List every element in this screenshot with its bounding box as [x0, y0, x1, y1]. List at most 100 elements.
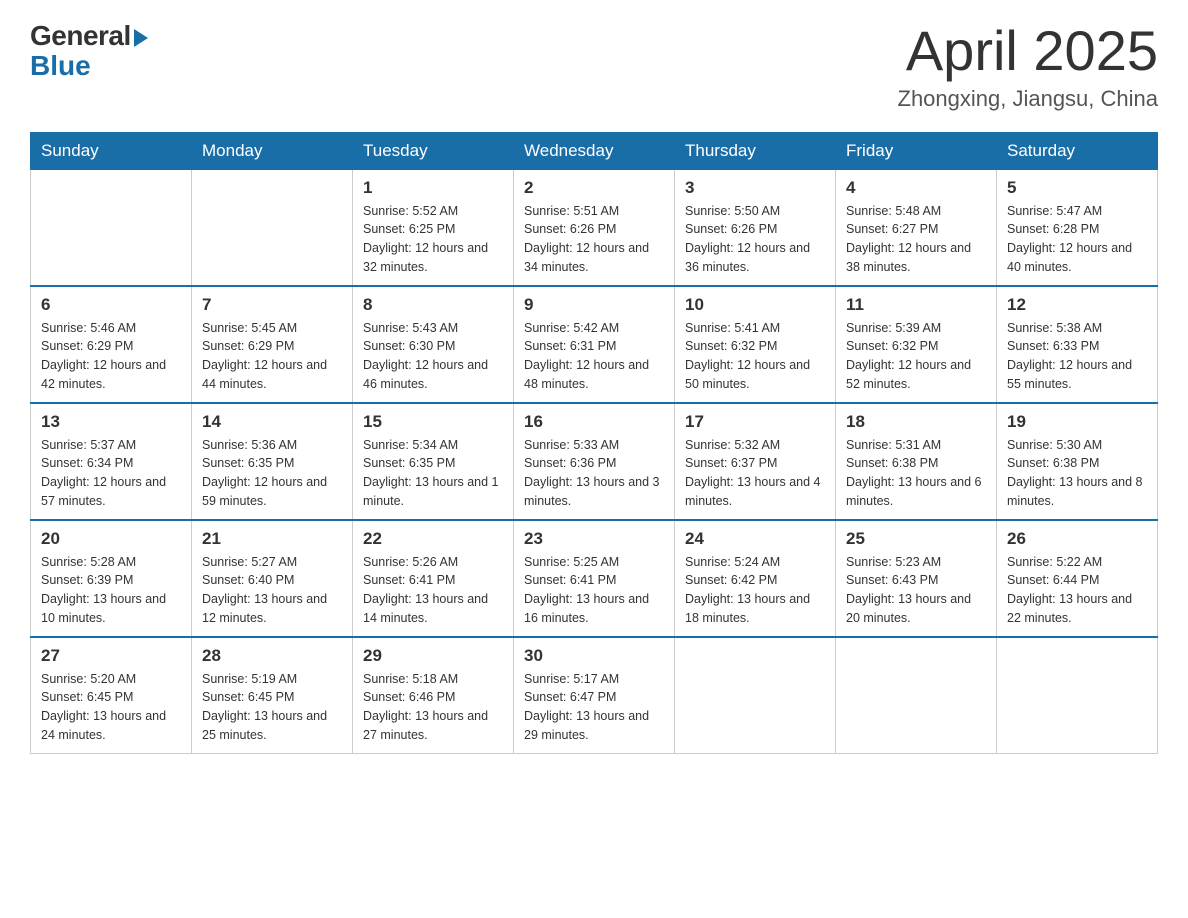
day-number: 4: [846, 178, 986, 198]
day-sun-info: Sunrise: 5:19 AMSunset: 6:45 PMDaylight:…: [202, 670, 342, 745]
day-number: 10: [685, 295, 825, 315]
calendar-cell: 30Sunrise: 5:17 AMSunset: 6:47 PMDayligh…: [514, 637, 675, 754]
calendar-cell: 3 Sunrise: 5:50 AMSunset: 6:26 PMDaylight…: [675, 169, 836, 286]
calendar-cell: 24Sunrise: 5:24 AMSunset: 6:42 PMDayligh…: [675, 520, 836, 637]
calendar-cell: 9 Sunrise: 5:42 AMSunset: 6:31 PMDaylight…: [514, 286, 675, 403]
day-sun-info: Sunrise: 5:30 AMSunset: 6:38 PMDaylight:…: [1007, 436, 1147, 511]
day-number: 11: [846, 295, 986, 315]
day-sun-info: Sunrise: 5:18 AMSunset: 6:46 PMDaylight:…: [363, 670, 503, 745]
day-number: 27: [41, 646, 181, 666]
calendar-cell: 22Sunrise: 5:26 AMSunset: 6:41 PMDayligh…: [353, 520, 514, 637]
day-sun-info: Sunrise: 5:52 AMSunset: 6:25 PMDaylight:…: [363, 202, 503, 277]
day-number: 7: [202, 295, 342, 315]
calendar-week-row: 13 Sunrise: 5:37 AMSunset: 6:34 PMDayligh…: [31, 403, 1158, 520]
day-sun-info: Sunrise: 5:22 AMSunset: 6:44 PMDaylight:…: [1007, 553, 1147, 628]
logo-general-text: General: [30, 20, 131, 52]
day-number: 2: [524, 178, 664, 198]
location-label: Zhongxing, Jiangsu, China: [898, 86, 1159, 112]
calendar-cell: [31, 169, 192, 286]
day-sun-info: Sunrise: 5:32 AMSunset: 6:37 PMDaylight:…: [685, 436, 825, 511]
calendar-cell: 1Sunrise: 5:52 AMSunset: 6:25 PMDaylight…: [353, 169, 514, 286]
day-sun-info: Sunrise: 5:25 AMSunset: 6:41 PMDaylight:…: [524, 553, 664, 628]
day-of-week-header: Monday: [192, 132, 353, 169]
day-sun-info: Sunrise: 5:36 AMSunset: 6:35 PMDaylight:…: [202, 436, 342, 511]
day-sun-info: Sunrise: 5:28 AMSunset: 6:39 PMDaylight:…: [41, 553, 181, 628]
calendar-header-row: SundayMondayTuesdayWednesdayThursdayFrid…: [31, 132, 1158, 169]
day-sun-info: Sunrise: 5:43 AMSunset: 6:30 PMDaylight:…: [363, 319, 503, 394]
day-of-week-header: Sunday: [31, 132, 192, 169]
page-header: General Blue April 2025 Zhongxing, Jiang…: [30, 20, 1158, 112]
calendar-cell: 15 Sunrise: 5:34 AMSunset: 6:35 PMDayligh…: [353, 403, 514, 520]
day-number: 8: [363, 295, 503, 315]
day-sun-info: Sunrise: 5:50 AMSunset: 6:26 PMDaylight:…: [685, 202, 825, 277]
calendar-cell: 13 Sunrise: 5:37 AMSunset: 6:34 PMDayligh…: [31, 403, 192, 520]
day-sun-info: Sunrise: 5:42 AMSunset: 6:31 PMDaylight:…: [524, 319, 664, 394]
calendar-cell: [192, 169, 353, 286]
day-number: 16: [524, 412, 664, 432]
calendar-cell: 10 Sunrise: 5:41 AMSunset: 6:32 PMDayligh…: [675, 286, 836, 403]
calendar-cell: 12Sunrise: 5:38 AMSunset: 6:33 PMDayligh…: [997, 286, 1158, 403]
calendar-week-row: 20 Sunrise: 5:28 AMSunset: 6:39 PMDayligh…: [31, 520, 1158, 637]
day-number: 23: [524, 529, 664, 549]
calendar-week-row: 27 Sunrise: 5:20 AMSunset: 6:45 PMDayligh…: [31, 637, 1158, 754]
day-sun-info: Sunrise: 5:37 AMSunset: 6:34 PMDaylight:…: [41, 436, 181, 511]
day-of-week-header: Tuesday: [353, 132, 514, 169]
logo-blue-text: Blue: [30, 50, 91, 82]
day-sun-info: Sunrise: 5:41 AMSunset: 6:32 PMDaylight:…: [685, 319, 825, 394]
calendar-cell: 2 Sunrise: 5:51 AMSunset: 6:26 PMDaylight…: [514, 169, 675, 286]
day-of-week-header: Saturday: [997, 132, 1158, 169]
calendar-cell: 7 Sunrise: 5:45 AMSunset: 6:29 PMDaylight…: [192, 286, 353, 403]
day-number: 19: [1007, 412, 1147, 432]
calendar-cell: 14Sunrise: 5:36 AMSunset: 6:35 PMDayligh…: [192, 403, 353, 520]
day-of-week-header: Wednesday: [514, 132, 675, 169]
day-number: 9: [524, 295, 664, 315]
logo: General Blue: [30, 20, 148, 82]
day-number: 17: [685, 412, 825, 432]
day-number: 29: [363, 646, 503, 666]
day-of-week-header: Thursday: [675, 132, 836, 169]
day-number: 22: [363, 529, 503, 549]
day-number: 15: [363, 412, 503, 432]
calendar-cell: 8 Sunrise: 5:43 AMSunset: 6:30 PMDaylight…: [353, 286, 514, 403]
day-of-week-header: Friday: [836, 132, 997, 169]
calendar-cell: 27 Sunrise: 5:20 AMSunset: 6:45 PMDayligh…: [31, 637, 192, 754]
calendar-cell: 5 Sunrise: 5:47 AMSunset: 6:28 PMDaylight…: [997, 169, 1158, 286]
calendar-cell: 29 Sunrise: 5:18 AMSunset: 6:46 PMDayligh…: [353, 637, 514, 754]
day-sun-info: Sunrise: 5:20 AMSunset: 6:45 PMDaylight:…: [41, 670, 181, 745]
calendar-cell: 28 Sunrise: 5:19 AMSunset: 6:45 PMDayligh…: [192, 637, 353, 754]
day-number: 6: [41, 295, 181, 315]
day-sun-info: Sunrise: 5:38 AMSunset: 6:33 PMDaylight:…: [1007, 319, 1147, 394]
day-sun-info: Sunrise: 5:23 AMSunset: 6:43 PMDaylight:…: [846, 553, 986, 628]
calendar-table: SundayMondayTuesdayWednesdayThursdayFrid…: [30, 132, 1158, 754]
day-number: 25: [846, 529, 986, 549]
calendar-cell: 17 Sunrise: 5:32 AMSunset: 6:37 PMDayligh…: [675, 403, 836, 520]
title-section: April 2025 Zhongxing, Jiangsu, China: [898, 20, 1159, 112]
day-number: 26: [1007, 529, 1147, 549]
calendar-cell: 16 Sunrise: 5:33 AMSunset: 6:36 PMDayligh…: [514, 403, 675, 520]
day-sun-info: Sunrise: 5:47 AMSunset: 6:28 PMDaylight:…: [1007, 202, 1147, 277]
day-number: 5: [1007, 178, 1147, 198]
day-sun-info: Sunrise: 5:31 AMSunset: 6:38 PMDaylight:…: [846, 436, 986, 511]
day-sun-info: Sunrise: 5:39 AMSunset: 6:32 PMDaylight:…: [846, 319, 986, 394]
day-sun-info: Sunrise: 5:51 AMSunset: 6:26 PMDaylight:…: [524, 202, 664, 277]
calendar-cell: [675, 637, 836, 754]
calendar-cell: 20 Sunrise: 5:28 AMSunset: 6:39 PMDayligh…: [31, 520, 192, 637]
logo-arrow-icon: [134, 29, 148, 47]
day-number: 28: [202, 646, 342, 666]
day-number: 13: [41, 412, 181, 432]
day-sun-info: Sunrise: 5:27 AMSunset: 6:40 PMDaylight:…: [202, 553, 342, 628]
day-sun-info: Sunrise: 5:34 AMSunset: 6:35 PMDaylight:…: [363, 436, 503, 511]
calendar-cell: 21 Sunrise: 5:27 AMSunset: 6:40 PMDayligh…: [192, 520, 353, 637]
day-number: 21: [202, 529, 342, 549]
calendar-week-row: 6Sunrise: 5:46 AMSunset: 6:29 PMDaylight…: [31, 286, 1158, 403]
day-sun-info: Sunrise: 5:33 AMSunset: 6:36 PMDaylight:…: [524, 436, 664, 511]
calendar-cell: 6Sunrise: 5:46 AMSunset: 6:29 PMDaylight…: [31, 286, 192, 403]
day-number: 20: [41, 529, 181, 549]
calendar-cell: 26 Sunrise: 5:22 AMSunset: 6:44 PMDayligh…: [997, 520, 1158, 637]
day-sun-info: Sunrise: 5:45 AMSunset: 6:29 PMDaylight:…: [202, 319, 342, 394]
day-number: 24: [685, 529, 825, 549]
day-number: 3: [685, 178, 825, 198]
calendar-cell: 19 Sunrise: 5:30 AMSunset: 6:38 PMDayligh…: [997, 403, 1158, 520]
day-sun-info: Sunrise: 5:17 AMSunset: 6:47 PMDaylight:…: [524, 670, 664, 745]
calendar-cell: 18Sunrise: 5:31 AMSunset: 6:38 PMDayligh…: [836, 403, 997, 520]
